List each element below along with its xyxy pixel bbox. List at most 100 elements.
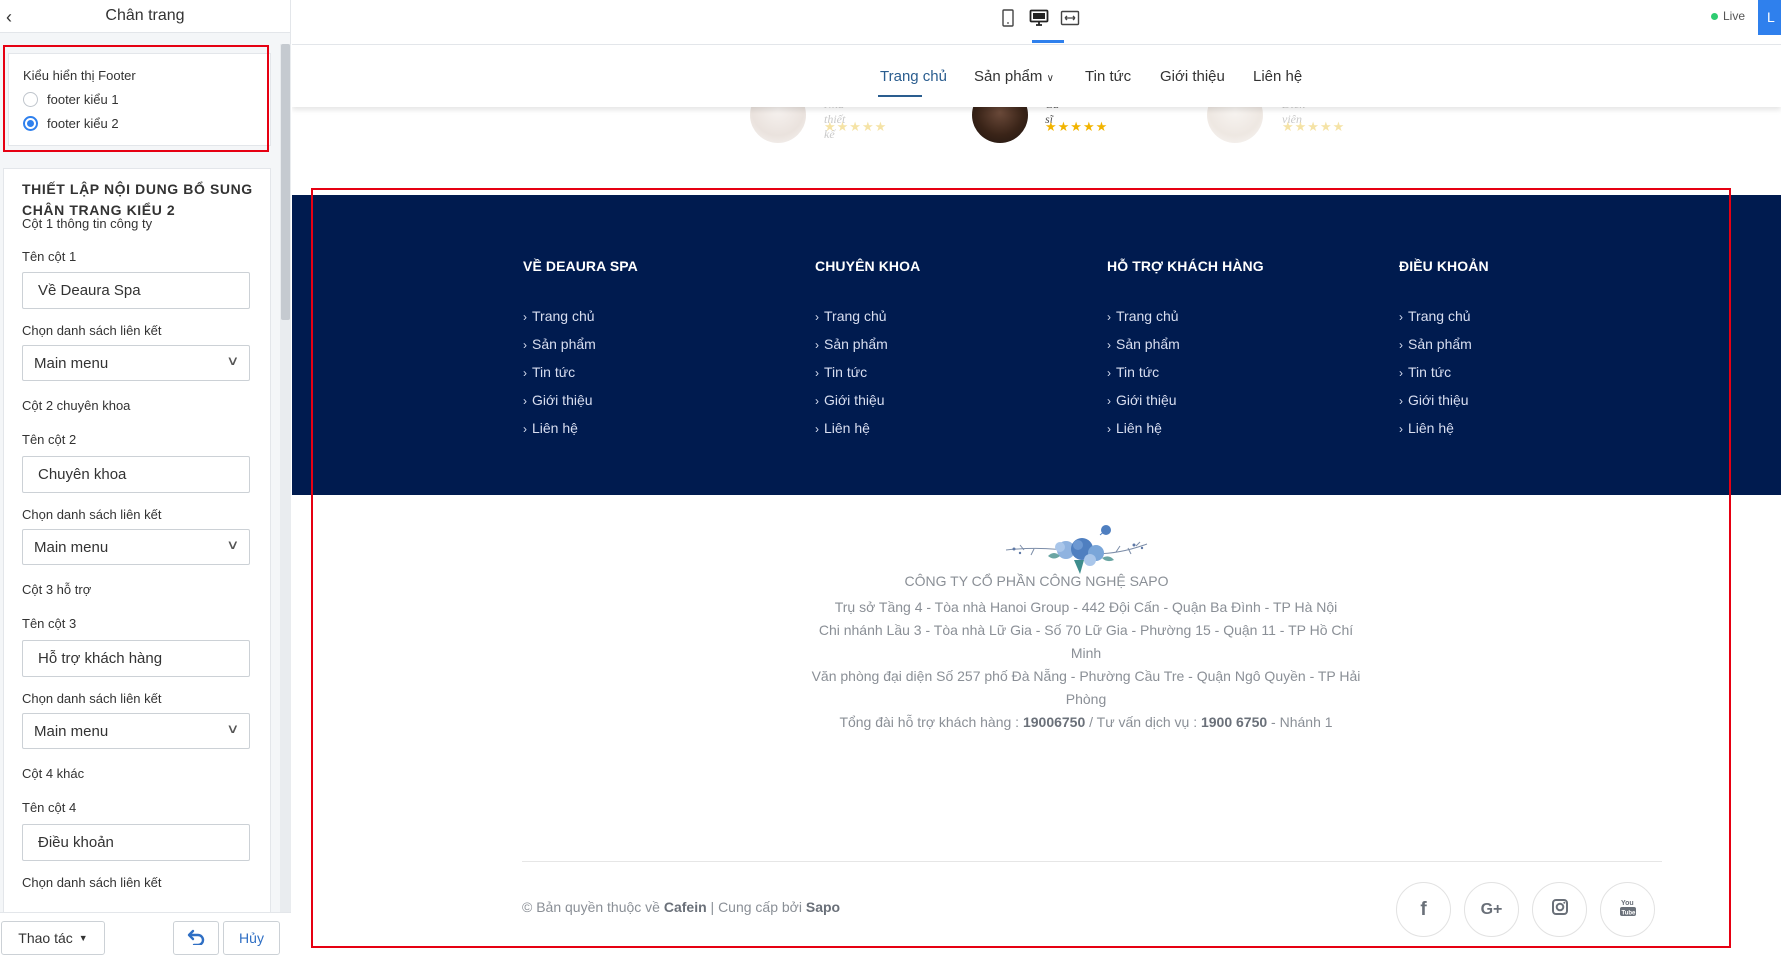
footer-column: VỀ DEAURA SPA › Trang chủ › Sản phẩm › Tin … <box>523 258 783 448</box>
col3-name-input[interactable]: Hỗ trợ khách hàng <box>22 640 250 677</box>
undo-button[interactable] <box>173 921 219 955</box>
svg-text:Tube: Tube <box>1621 911 1636 917</box>
footer-link-label: Tin tức <box>1408 364 1452 380</box>
footer-link[interactable]: › Sản phẩm <box>523 336 783 364</box>
actions-dropdown-button[interactable]: Thao tác ▼ <box>1 921 105 955</box>
footer-link-label: Giới thiệu <box>1408 392 1469 408</box>
footer-link[interactable]: › Sản phẩm <box>815 336 1075 364</box>
col4-name-input[interactable]: Điều khoản <box>22 824 250 861</box>
footer-link[interactable]: › Trang chủ <box>523 308 783 336</box>
footer-link[interactable]: › Liên hệ <box>1399 420 1659 448</box>
provider-link[interactable]: Sapo <box>806 899 840 915</box>
google-plus-button[interactable]: G+ <box>1464 882 1519 937</box>
footer-column-title: HỖ TRỢ KHÁCH HÀNG <box>1107 258 1264 274</box>
footer-link[interactable]: › Giới thiệu <box>523 392 783 420</box>
chevron-down-icon: ∨ <box>226 353 240 368</box>
col1-link-label: Chọn danh sách liên kết <box>22 323 162 338</box>
rating-stars: ★★★★★ <box>1045 119 1109 134</box>
nav-item-contact[interactable]: Liên hệ <box>1253 68 1302 85</box>
instagram-icon <box>1551 898 1569 921</box>
consult-suffix: - Nhánh 1 <box>1267 714 1333 730</box>
footer-column: HỖ TRỢ KHÁCH HÀNG › Trang chủ › Sản phẩm ›… <box>1107 258 1367 448</box>
google-plus-icon: G+ <box>1480 900 1503 918</box>
cancel-button[interactable]: Hủy <box>223 921 280 955</box>
footer-link-label: Sản phẩm <box>1116 336 1180 352</box>
footer-link[interactable]: › Sản phẩm <box>1107 336 1367 364</box>
nav-active-underline <box>878 95 922 97</box>
col3-link-select[interactable]: Main menu ∨ <box>22 713 250 749</box>
footer-link-label: Giới thiệu <box>532 392 593 408</box>
radio-icon[interactable] <box>23 92 38 107</box>
footer-link-label: Trang chủ <box>1116 308 1179 324</box>
youtube-button[interactable]: You Tube <box>1600 882 1655 937</box>
hotline-label: Tổng đài hỗ trợ khách hàng : <box>839 714 1023 730</box>
address-branch: Chi nhánh Lầu 3 - Tòa nhà Lữ Gia - Số 70… <box>818 622 1354 661</box>
col1-link-select[interactable]: Main menu ∨ <box>22 345 250 381</box>
panel-scrollbar[interactable] <box>280 44 291 912</box>
footer-link[interactable]: › Liên hệ <box>523 420 783 448</box>
instagram-button[interactable] <box>1532 882 1587 937</box>
footer-link[interactable]: › Tin tức <box>523 364 783 392</box>
select-value: Main menu <box>34 539 109 556</box>
footer-link[interactable]: › Trang chủ <box>815 308 1075 336</box>
footer-link[interactable]: › Sản phẩm <box>1399 336 1659 364</box>
nav-item-news[interactable]: Tin tức <box>1085 68 1131 85</box>
svg-text:You: You <box>1621 900 1634 907</box>
footer-style-card: Kiểu hiển thị Footer footer kiểu 1 foote… <box>8 53 271 146</box>
desktop-view-icon[interactable] <box>1027 8 1051 28</box>
panel-footer: Thao tác ▼ Hủy <box>0 912 291 956</box>
nav-item-products[interactable]: Sản phẩm ∨ <box>974 68 1054 85</box>
fullwidth-view-icon[interactable] <box>1058 8 1082 28</box>
consult-label: / Tư vấn dịch vụ : <box>1085 714 1201 730</box>
footer-link[interactable]: › Liên hệ <box>1107 420 1367 448</box>
footer-link-label: Liên hệ <box>1408 420 1454 436</box>
col4-section-label: Cột 4 khác <box>22 766 85 781</box>
chevron-right-icon: › <box>1399 338 1403 352</box>
copyright: © Bản quyền thuộc về Cafein | Cung cấp b… <box>522 899 840 915</box>
footer-link[interactable]: › Trang chủ <box>1107 308 1367 336</box>
chevron-down-icon: ∨ <box>226 721 240 736</box>
hotline-line: Tổng đài hỗ trợ khách hàng : 19006750 / … <box>811 711 1361 734</box>
footer-link[interactable]: › Giới thiệu <box>815 392 1075 420</box>
col2-link-select[interactable]: Main menu ∨ <box>22 529 250 565</box>
footer-link[interactable]: › Giới thiệu <box>1399 392 1659 420</box>
publish-button[interactable]: L <box>1758 0 1781 35</box>
footer-link[interactable]: › Tin tức <box>815 364 1075 392</box>
settings-heading: THIẾT LẬP NỘI DUNG BỔ SUNG CHÂN TRANG KI… <box>22 181 253 218</box>
footer-link-label: Trang chủ <box>824 308 887 324</box>
footer-link[interactable]: › Trang chủ <box>1399 308 1659 336</box>
col4-name-label: Tên cột 4 <box>22 800 77 815</box>
chevron-right-icon: › <box>815 310 819 324</box>
extra-settings-card: THIẾT LẬP NỘI DUNG BỔ SUNG CHÂN TRANG KI… <box>3 168 271 928</box>
footer-column-title: VỀ DEAURA SPA <box>523 258 638 274</box>
footer-link[interactable]: › Tin tức <box>1107 364 1367 392</box>
chevron-right-icon: › <box>1399 310 1403 324</box>
col2-name-input[interactable]: Chuyên khoa <box>22 456 250 493</box>
radio-footer-style-1[interactable]: footer kiểu 1 <box>23 92 119 107</box>
footer-link[interactable]: › Giới thiệu <box>1107 392 1367 420</box>
col1-name-input[interactable]: Về Deaura Spa <box>22 272 250 309</box>
chevron-right-icon: › <box>815 422 819 436</box>
radio-footer-style-2[interactable]: footer kiểu 2 <box>23 116 119 131</box>
footer-link-label: Sản phẩm <box>824 336 888 352</box>
footer-link[interactable]: › Tin tức <box>1399 364 1659 392</box>
chevron-right-icon: › <box>1107 310 1111 324</box>
col1-name-label: Tên cột 1 <box>22 249 77 264</box>
settings-panel: ‹ Chân trang Kiểu hiển thị Footer footer… <box>0 0 291 956</box>
footer-divider <box>522 861 1662 862</box>
col3-link-label: Chọn danh sách liên kết <box>22 691 162 706</box>
nav-item-home[interactable]: Trang chủ <box>880 68 947 85</box>
chevron-right-icon: › <box>1107 422 1111 436</box>
facebook-button[interactable]: f <box>1396 882 1451 937</box>
nav-item-about[interactable]: Giới thiệu <box>1160 68 1225 85</box>
col1-section-label: Cột 1 thông tin công ty <box>22 216 153 231</box>
chevron-right-icon: › <box>815 394 819 408</box>
footer-column: CHUYÊN KHOA › Trang chủ › Sản phẩm › Tin tứ… <box>815 258 1075 448</box>
scrollbar-thumb[interactable] <box>281 44 290 320</box>
mobile-view-icon[interactable] <box>996 8 1020 28</box>
undo-icon <box>187 929 205 948</box>
copyright-owner-link[interactable]: Cafein <box>664 899 707 915</box>
radio-checked-icon[interactable] <box>23 116 38 131</box>
footer-link[interactable]: › Liên hệ <box>815 420 1075 448</box>
footer-style-label: Kiểu hiển thị Footer <box>23 68 136 83</box>
